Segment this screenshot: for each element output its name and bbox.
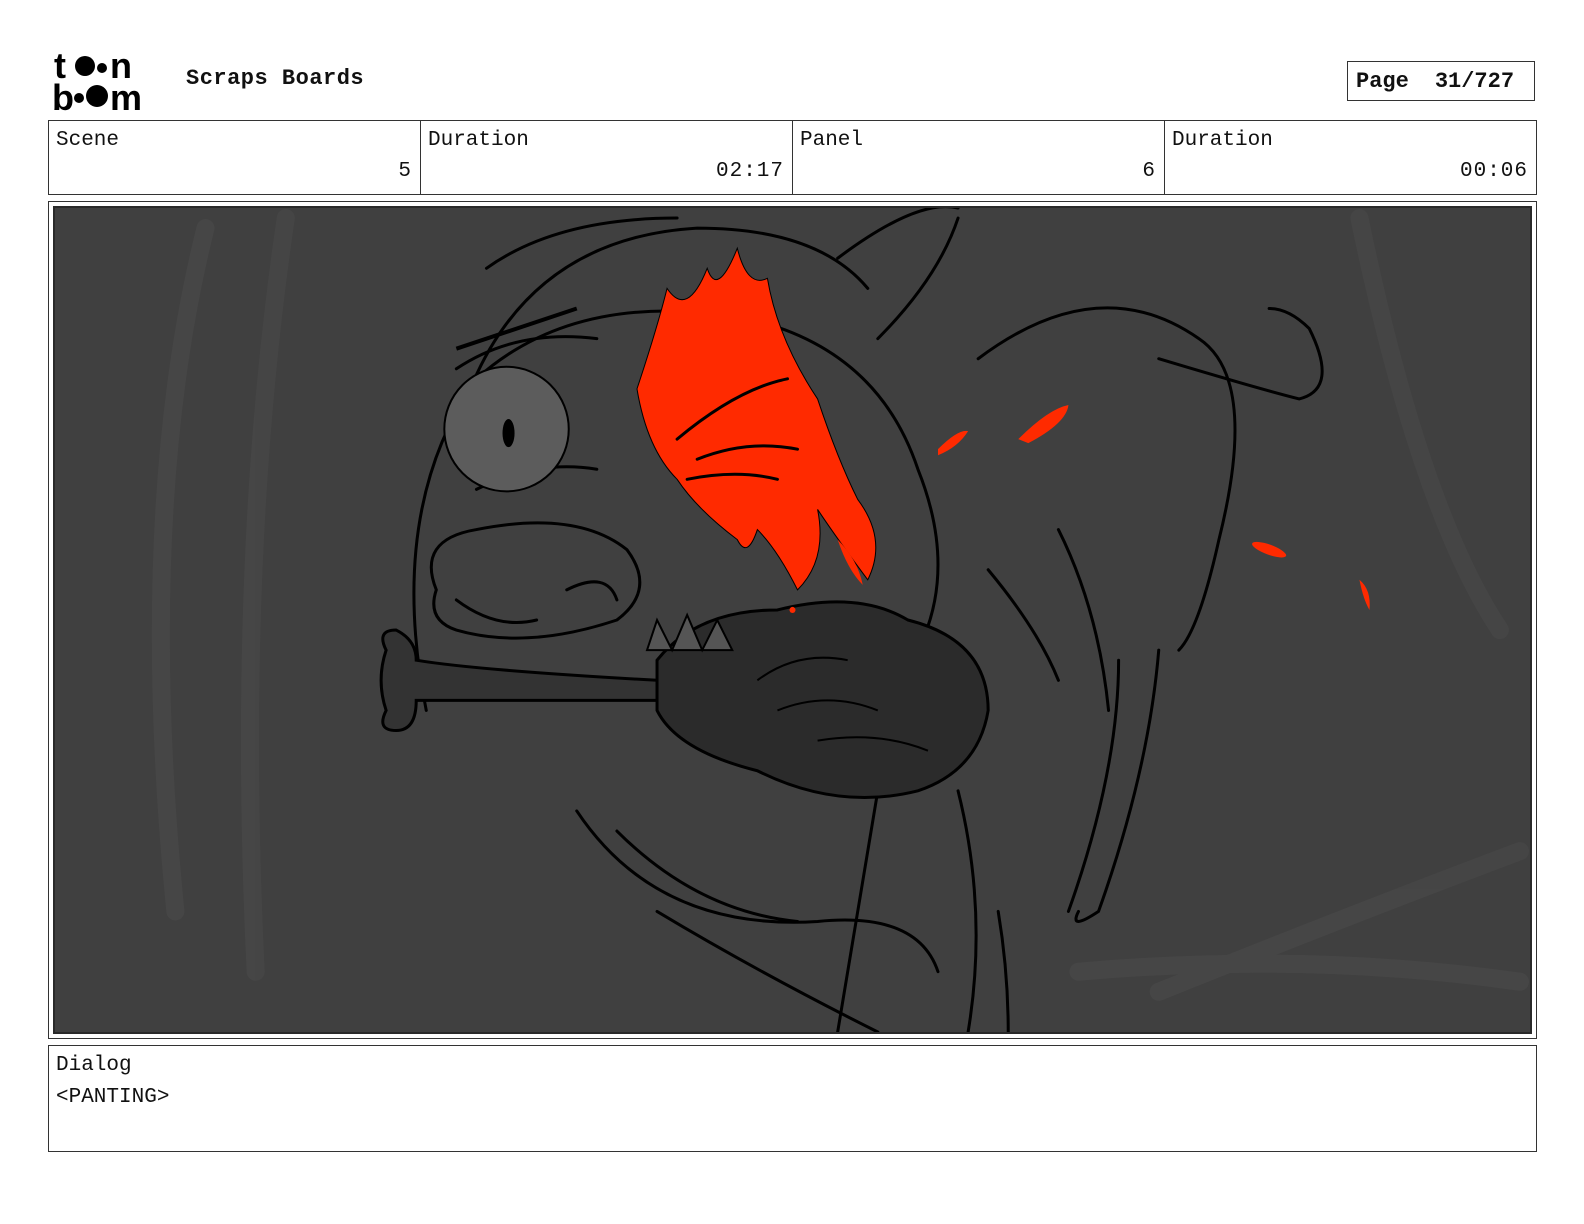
scene-label: Scene (56, 129, 120, 152)
panel-cell: Panel 6 (793, 121, 1165, 194)
scene-value: 5 (398, 160, 412, 183)
page-indicator: Page 31/727 (1347, 61, 1535, 101)
scene-duration-label: Duration (428, 129, 529, 152)
dialog-box: Dialog <PANTING> (48, 1045, 1537, 1152)
storyboard-panel-drawing (53, 206, 1532, 1034)
project-title: Scraps Boards (186, 66, 365, 91)
panel-duration-value: 00:06 (1459, 160, 1528, 183)
scene-duration-cell: Duration 02:17 (421, 121, 793, 194)
scene-duration-value: 02:17 (715, 160, 784, 183)
panel-value: 6 (1142, 160, 1156, 183)
svg-text:b: b (52, 77, 74, 114)
panel-frame (48, 201, 1537, 1039)
panel-duration-label: Duration (1172, 129, 1273, 152)
toonboom-logo: t n b m (52, 48, 142, 114)
page-label: Page (1356, 68, 1409, 94)
svg-text:m: m (110, 77, 142, 114)
scene-cell: Scene 5 (49, 121, 421, 194)
panel-label: Panel (800, 129, 864, 152)
dialog-text: <PANTING> (56, 1086, 170, 1109)
page-number: 31/727 (1434, 68, 1515, 94)
panel-duration-cell: Duration 00:06 (1165, 121, 1536, 194)
dialog-label: Dialog (56, 1054, 132, 1077)
panel-info-table: Scene 5 Duration 02:17 Panel 6 Duration … (48, 120, 1537, 195)
